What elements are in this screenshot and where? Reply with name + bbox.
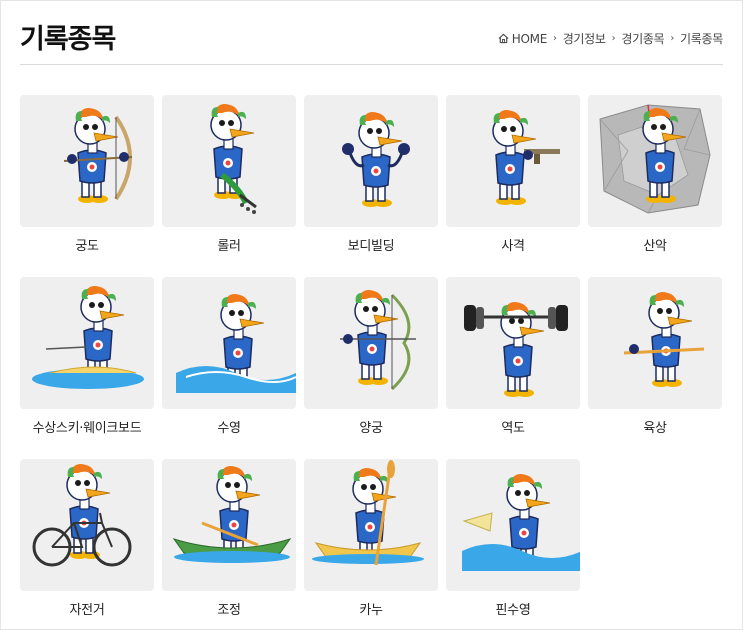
mascot-figure: [464, 302, 568, 397]
sport-card[interactable]: 궁도: [20, 95, 154, 277]
home-icon[interactable]: [498, 33, 509, 44]
roller-skate-icon: [210, 104, 257, 214]
chevron-right-icon: ›: [670, 33, 675, 44]
fin-swimming-icon: [462, 474, 580, 571]
breadcrumb-item[interactable]: 경기정보: [563, 30, 606, 47]
canoe-icon: [312, 460, 424, 566]
mascot-figure: [623, 292, 705, 387]
sport-thumbnail[interactable]: [20, 277, 154, 409]
sport-card[interactable]: 카누: [304, 459, 438, 630]
sport-card[interactable]: 산악: [588, 95, 722, 277]
sport-card[interactable]: 사격: [446, 95, 580, 277]
sport-label[interactable]: 육상: [588, 417, 722, 436]
chevron-right-icon: ›: [552, 33, 557, 44]
sport-card[interactable]: 조정: [162, 459, 296, 630]
sport-label[interactable]: 역도: [446, 417, 580, 436]
recurve-bow-icon: [340, 290, 416, 391]
sport-card[interactable]: 양궁: [304, 277, 438, 459]
pistol-icon: [492, 110, 560, 205]
sport-thumbnail[interactable]: [162, 95, 296, 227]
sport-card[interactable]: 자전거: [20, 459, 154, 630]
chevron-right-icon: ›: [611, 33, 616, 44]
running-icon: [623, 292, 705, 387]
sport-label[interactable]: 롤러: [162, 235, 296, 254]
mascot-figure: [32, 286, 144, 389]
mascot-figure: [210, 104, 257, 214]
sport-thumbnail[interactable]: [304, 459, 438, 591]
sport-thumbnail[interactable]: [446, 459, 580, 591]
climbing-wall-icon: [599, 104, 711, 214]
sport-label[interactable]: 사격: [446, 235, 580, 254]
sport-thumbnail[interactable]: [304, 95, 438, 227]
sport-label[interactable]: 카누: [304, 599, 438, 618]
breadcrumb: HOME › 경기정보 › 경기종목 › 기록종목: [498, 30, 723, 47]
mascot-figure: [176, 294, 296, 393]
sport-card[interactable]: 수영: [162, 277, 296, 459]
sport-label[interactable]: 궁도: [20, 235, 154, 254]
sport-card[interactable]: 롤러: [162, 95, 296, 277]
mascot-figure: [32, 464, 132, 567]
sport-thumbnail[interactable]: [588, 277, 722, 409]
sport-label[interactable]: 산악: [588, 235, 722, 254]
barbell-icon: [464, 302, 568, 397]
rowing-boat-icon: [172, 466, 292, 563]
sport-label[interactable]: 수상스키·웨이크보드: [20, 417, 154, 436]
mascot-figure: [172, 466, 292, 563]
sport-label[interactable]: 핀수영: [446, 599, 580, 618]
sport-label[interactable]: 수영: [162, 417, 296, 436]
mascot-figure: [342, 112, 410, 207]
mascot-figure: [63, 108, 133, 203]
sport-card[interactable]: 육상: [588, 277, 722, 459]
sport-label[interactable]: 자전거: [20, 599, 154, 618]
mascot-figure: [340, 290, 416, 391]
sport-thumbnail[interactable]: [162, 459, 296, 591]
sport-card[interactable]: 역도: [446, 277, 580, 459]
sport-thumbnail[interactable]: [304, 277, 438, 409]
breadcrumb-item-current: 기록종목: [680, 32, 723, 46]
page-header: 기록종목 HOME › 경기정보 › 경기종목 › 기록종목: [20, 0, 723, 65]
sport-grid: 궁도 롤러 보디빌딩 사격 산악 수상스키·웨이크보드 수영 양궁 역도 육상 …: [20, 95, 730, 630]
sport-thumbnail[interactable]: [20, 459, 154, 591]
sport-thumbnail[interactable]: [588, 95, 722, 227]
muscle-pose-icon: [342, 112, 410, 207]
sport-thumbnail[interactable]: [446, 277, 580, 409]
sport-card[interactable]: 수상스키·웨이크보드: [20, 277, 154, 459]
bicycle-icon: [32, 464, 132, 567]
breadcrumb-home[interactable]: HOME: [512, 32, 548, 46]
breadcrumb-item[interactable]: 경기종목: [621, 30, 664, 47]
sport-thumbnail[interactable]: [20, 95, 154, 227]
bow-icon: [63, 108, 133, 203]
sport-card[interactable]: 보디빌딩: [304, 95, 438, 277]
page-title: 기록종목: [20, 24, 116, 55]
mascot-figure: [462, 474, 580, 571]
mascot-figure: [492, 110, 560, 205]
sport-label[interactable]: 조정: [162, 599, 296, 618]
wakeboard-icon: [32, 286, 144, 389]
mascot-figure: [312, 460, 424, 566]
sport-label[interactable]: 보디빌딩: [304, 235, 438, 254]
sport-thumbnail[interactable]: [162, 277, 296, 409]
sport-card[interactable]: 핀수영: [446, 459, 580, 630]
sport-label[interactable]: 양궁: [304, 417, 438, 436]
swimming-icon: [176, 294, 296, 393]
sport-thumbnail[interactable]: [446, 95, 580, 227]
